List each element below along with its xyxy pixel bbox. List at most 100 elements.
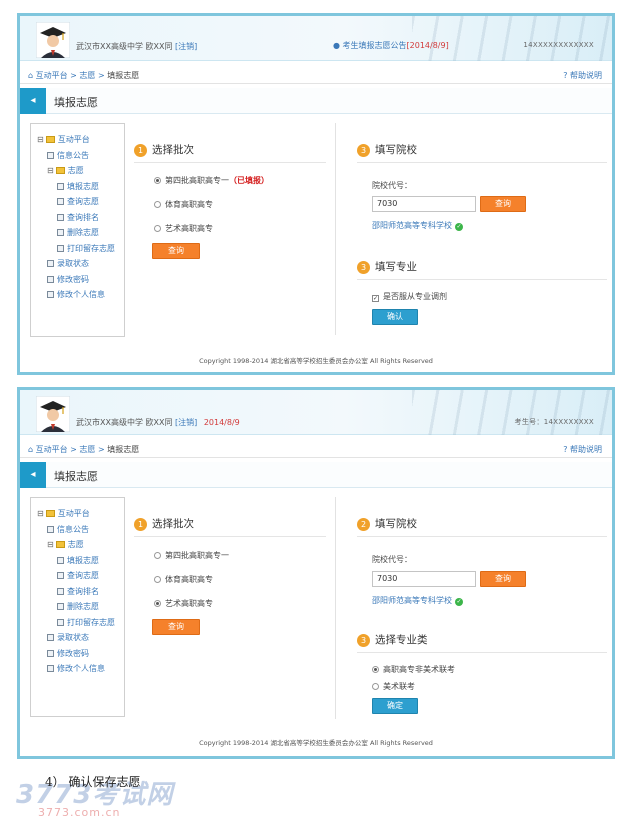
sidebar-item-profile[interactable]: 修改个人信息 xyxy=(37,661,124,677)
notice-text: 考生填报志愿公告 xyxy=(342,41,407,50)
radio-button[interactable] xyxy=(372,683,379,690)
sidebar-item-rank[interactable]: 查询排名 xyxy=(37,584,124,600)
category-option-1[interactable]: 高职高专非美术联考 xyxy=(372,664,455,675)
page-icon xyxy=(47,275,54,283)
step-number-badge: 2 xyxy=(357,517,370,531)
sidebar-item-delete[interactable]: 删除志愿 xyxy=(37,599,124,615)
divider xyxy=(357,536,607,537)
school-code-label: 院校代号： xyxy=(372,181,412,190)
adjust-checkbox[interactable]: ✓ xyxy=(372,295,379,302)
option-label: 第四批高职高专一 xyxy=(165,551,229,560)
folder-icon xyxy=(55,167,65,174)
batch-section-title: 1 选择批次 xyxy=(134,142,194,157)
radio-button[interactable] xyxy=(154,552,161,559)
sidebar-item-admission[interactable]: 录取状态 xyxy=(37,256,124,272)
examinee-number: 14XXXXXXXX xyxy=(543,418,594,426)
page-icon xyxy=(47,665,54,672)
sidebar-root[interactable]: ⊟ 互动平台 xyxy=(37,506,124,522)
batch-option-2[interactable]: 体育高职高专 xyxy=(154,574,213,585)
sidebar-item-label: 填报志愿 xyxy=(67,555,99,565)
sidebar-item-query[interactable]: 查询志愿 xyxy=(37,194,124,210)
page-icon xyxy=(57,213,64,221)
sidebar-item-print[interactable]: 打印留存志愿 xyxy=(37,615,124,631)
confirm-button[interactable]: 确定 xyxy=(372,698,418,714)
sidebar-item-password[interactable]: 修改密码 xyxy=(37,646,124,662)
page-icon xyxy=(47,291,54,298)
check-icon: ✓ xyxy=(455,598,463,606)
category-section-title: 3 选择专业类 xyxy=(357,632,428,647)
breadcrumb-home[interactable]: 互动平台 xyxy=(36,445,68,454)
reported-tag: （已填报） xyxy=(229,176,269,185)
help-link[interactable]: ? 帮助说明 xyxy=(563,444,602,455)
confirm-button[interactable]: 确认 xyxy=(372,309,418,325)
sidebar-item-label: 填报志愿 xyxy=(67,181,99,191)
header-banner: 武汉市XX高级中学 欧XX同 [注销] 2014/8/9 考生号：14XXXXX… xyxy=(20,390,612,435)
breadcrumb-bar: ⌂ 互动平台 > 志愿 > 填报志愿 ? 帮助说明 xyxy=(20,66,612,84)
collapse-arrow-icon[interactable]: ◂ xyxy=(20,88,46,114)
breadcrumb-bar: ⌂ 互动平台 > 志愿 > 填报志愿 ? 帮助说明 xyxy=(20,440,612,458)
school-section-title: 2 填写院校 xyxy=(357,516,417,531)
batch-option-3[interactable]: 艺术高职高专 xyxy=(154,223,213,234)
category-option-2[interactable]: 美术联考 xyxy=(372,681,415,692)
breadcrumb-current: 填报志愿 xyxy=(107,445,140,454)
batch-query-button[interactable]: 查询 xyxy=(152,619,200,635)
sidebar-item-delete[interactable]: 删除志愿 xyxy=(37,225,124,241)
sidebar-item-label: 信息公告 xyxy=(57,524,89,534)
help-icon: ? xyxy=(563,71,568,80)
sidebar-item-volunteer[interactable]: ⊟ 志愿 xyxy=(37,537,124,553)
help-icon: ? xyxy=(563,445,568,454)
sidebar-item-label: 录取状态 xyxy=(57,633,89,642)
adjust-checkbox-row[interactable]: ✓ 是否服从专业调剂 xyxy=(372,291,447,302)
tree-toggle-icon[interactable]: ⊟ xyxy=(47,540,54,549)
tree-toggle-icon[interactable]: ⊟ xyxy=(37,135,44,144)
logout-link[interactable]: [注销] xyxy=(175,42,197,51)
section-title-text: 填写院校 xyxy=(375,518,417,530)
sidebar-item-label: 删除志愿 xyxy=(67,602,99,611)
tree-toggle-icon[interactable]: ⊟ xyxy=(47,166,54,175)
radio-button[interactable] xyxy=(154,225,161,232)
batch-option-1[interactable]: 第四批高职高专一（已填报） xyxy=(154,175,269,186)
radio-button[interactable] xyxy=(154,576,161,583)
divider xyxy=(357,652,607,653)
screenshot-1: 武汉市XX高级中学 欧XX同 [注销] ● 考生填报志愿公告[2014/8/9]… xyxy=(17,13,615,375)
sidebar-item-notice[interactable]: 信息公告 xyxy=(37,148,124,164)
radio-button[interactable] xyxy=(154,600,161,607)
sidebar-item-fill[interactable]: 填报志愿 xyxy=(37,553,124,569)
radio-button[interactable] xyxy=(372,666,379,673)
school-query-button[interactable]: 查询 xyxy=(480,571,526,587)
sidebar-item-fill[interactable]: 填报志愿 xyxy=(37,179,124,195)
breadcrumb-level2[interactable]: 志愿 xyxy=(79,445,95,454)
sidebar-item-query[interactable]: 查询志愿 xyxy=(37,568,124,584)
tree-toggle-icon[interactable]: ⊟ xyxy=(37,509,44,518)
collapse-arrow-icon[interactable]: ◂ xyxy=(20,462,46,488)
radio-button[interactable] xyxy=(154,177,161,184)
step-number-badge: 1 xyxy=(134,517,147,531)
school-query-button[interactable]: 查询 xyxy=(480,196,526,212)
home-icon: ⌂ xyxy=(28,71,34,80)
sidebar-item-rank[interactable]: 查询排名 xyxy=(37,210,124,226)
radio-button[interactable] xyxy=(154,201,161,208)
sidebar-item-notice[interactable]: 信息公告 xyxy=(37,522,124,538)
sidebar-item-password[interactable]: 修改密码 xyxy=(37,272,124,288)
notice-link[interactable]: ● 考生填报志愿公告[2014/8/9] xyxy=(333,40,449,51)
breadcrumb-sep: > xyxy=(70,445,77,454)
school-code-input[interactable]: 7030 xyxy=(372,571,476,587)
sidebar-root[interactable]: ⊟ 互动平台 xyxy=(37,132,124,148)
sidebar-item-profile[interactable]: 修改个人信息 xyxy=(37,287,124,303)
help-link[interactable]: ? 帮助说明 xyxy=(563,70,602,81)
breadcrumb-level2[interactable]: 志愿 xyxy=(79,71,95,80)
sidebar-item-admission[interactable]: 录取状态 xyxy=(37,630,124,646)
batch-option-2[interactable]: 体育高职高专 xyxy=(154,199,213,210)
home-folder-icon xyxy=(45,136,55,143)
sidebar-item-print[interactable]: 打印留存志愿 xyxy=(37,241,124,257)
option-label: 美术联考 xyxy=(383,682,415,691)
batch-option-3[interactable]: 艺术高职高专 xyxy=(154,598,213,609)
batch-option-1[interactable]: 第四批高职高专一 xyxy=(154,550,229,561)
batch-query-button[interactable]: 查询 xyxy=(152,243,200,259)
school-code-label: 院校代号： xyxy=(372,555,412,564)
logout-link[interactable]: [注销] xyxy=(175,418,197,427)
school-code-input[interactable]: 7030 xyxy=(372,196,476,212)
breadcrumb-home[interactable]: 互动平台 xyxy=(36,71,68,80)
sidebar-item-label: 信息公告 xyxy=(57,150,89,160)
sidebar-item-volunteer[interactable]: ⊟ 志愿 xyxy=(37,163,124,179)
